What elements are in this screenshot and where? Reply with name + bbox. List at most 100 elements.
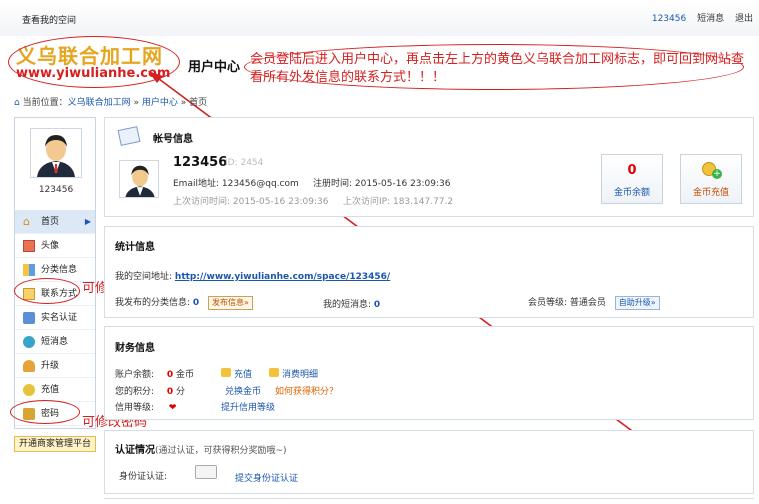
- home-icon: ⌂: [14, 98, 20, 108]
- points-label: 您的积分:: [115, 387, 157, 397]
- last-ip-label: 上次访问IP:: [343, 197, 393, 207]
- account-panel: 帐号信息 123456 ID: 2454 Email地址: 123456@qq.…: [104, 117, 754, 217]
- sidebar-item-home[interactable]: ⌂ 首页 ▶: [15, 210, 95, 234]
- space-address: 我的空间地址: http://www.yiwulianhe.com/space/…: [115, 269, 390, 282]
- account-last-visit: 上次访问时间: 2015-05-16 23:09:36: [173, 194, 329, 207]
- stats-title: 统计信息: [115, 242, 155, 253]
- certify-title-row: 认证情况(通过认证，可获得积分奖励哦~): [115, 441, 287, 456]
- account-last-ip: 上次访问IP: 183.147.77.2: [343, 194, 453, 207]
- avatar[interactable]: [30, 128, 82, 178]
- details-link-label[interactable]: 消费明细: [282, 370, 318, 380]
- verify-icon: [23, 312, 35, 324]
- recharge-icon: [23, 384, 35, 396]
- account-avatar[interactable]: [119, 160, 159, 198]
- sms-info: 我的短消息: 0: [323, 297, 380, 310]
- coin-icon: [269, 368, 279, 377]
- finance-title: 财务信息: [115, 343, 155, 354]
- contact-annotation-ellipse: [14, 278, 80, 304]
- email-value: 123456@qq.com: [221, 179, 299, 189]
- breadcrumb-sep: »: [177, 98, 190, 108]
- certify-title: 认证情况: [115, 445, 155, 456]
- credit-level: 信用等级: ❤: [115, 400, 176, 413]
- credit-upgrade-link[interactable]: 提升信用等级: [221, 400, 275, 413]
- stats-panel: 统计信息 我的空间地址: http://www.yiwulianhe.com/s…: [104, 226, 754, 318]
- level-value: 普通会员: [569, 298, 606, 308]
- id-certify-label: 身份证认证:: [119, 472, 168, 482]
- sidebar: 123456 ⌂ 首页 ▶ 头像 分类信息 联系方式 实名认证 短消息 升级 充值 …: [14, 117, 96, 429]
- account-card-icon: [117, 126, 141, 146]
- portrait-icon: [23, 240, 35, 252]
- message-icon: [23, 336, 35, 348]
- coin-balance-value: 0: [627, 163, 637, 178]
- user-avatar-icon: [125, 165, 155, 197]
- member-level: 会员等级: 普通会员 自助升级»: [528, 295, 660, 310]
- post-info-button[interactable]: 发布信息»: [208, 296, 253, 310]
- sidebar-item-recharge[interactable]: 充值: [15, 378, 95, 402]
- sidebar-item-label: 头像: [41, 241, 60, 251]
- recharge-link-label[interactable]: 充值: [234, 370, 252, 380]
- sidebar-item-label: 首页: [41, 217, 60, 227]
- account-email: Email地址: 123456@qq.com: [173, 176, 299, 189]
- posted-label: 我发布的分类信息:: [115, 298, 193, 308]
- chevron-right-icon: ▶: [84, 217, 91, 226]
- sidebar-menu: ⌂ 首页 ▶ 头像 分类信息 联系方式 实名认证 短消息 升级 充值 密码: [15, 210, 95, 426]
- balance-unit: 金币: [173, 370, 195, 380]
- last-ip-value: 183.147.77.2: [392, 197, 454, 207]
- reg-value: 2015-05-16 23:09:36: [354, 179, 451, 189]
- exchange-coins-link[interactable]: 兑换金币: [225, 384, 261, 397]
- account-id: ID: 2454: [225, 158, 264, 168]
- points-info: 您的积分: 0 分: [115, 384, 185, 397]
- sidebar-item-verify[interactable]: 实名认证: [15, 306, 95, 330]
- heart-icon: ❤: [168, 403, 177, 413]
- sidebar-item-label: 短消息: [41, 337, 69, 347]
- breadcrumb: ⌂ 当前位置：义乌联合加工网 » 用户中心 » 首页: [14, 95, 207, 108]
- posted-count: 0: [192, 298, 200, 308]
- how-get-points-link[interactable]: 如何获得积分？: [275, 384, 338, 397]
- sidebar-item-label: 分类信息: [41, 265, 78, 275]
- coin-stack-icon: +: [700, 160, 722, 180]
- sidebar-username: 123456: [38, 185, 74, 195]
- email-label: Email地址:: [173, 179, 222, 189]
- id-card-icon: [195, 465, 217, 479]
- breadcrumb-sep: »: [130, 98, 142, 108]
- space-label: 我的空间地址:: [115, 272, 175, 282]
- details-link[interactable]: 消费明细: [269, 367, 318, 380]
- recharge-link[interactable]: 充值: [221, 367, 252, 380]
- sms-label: 我的短消息:: [323, 300, 374, 310]
- certification-panel: 认证情况(通过认证，可获得积分奖励哦~) 身份证认证: 提交身份证认证: [104, 430, 754, 494]
- sidebar-item-label: 充值: [41, 385, 60, 395]
- account-balance: 账户余额: 0 金币: [115, 367, 194, 380]
- sidebar-item-label: 实名认证: [41, 313, 78, 323]
- merchant-platform-button[interactable]: 开通商家管理平台: [14, 436, 96, 452]
- certify-subtitle: (通过认证，可获得积分奖励哦~): [155, 446, 287, 456]
- upgrade-icon: [23, 360, 35, 372]
- coin-recharge-box[interactable]: + 金币充值: [680, 154, 742, 204]
- sidebar-item-upgrade[interactable]: 升级: [15, 354, 95, 378]
- coin-recharge-label: 金币充值: [692, 188, 729, 198]
- account-title: 帐号信息: [153, 134, 193, 145]
- password-annotation-ellipse: [10, 400, 80, 424]
- coin-balance-box[interactable]: 0 金币余额: [601, 154, 663, 204]
- posted-info: 我发布的分类信息: 0 发布信息»: [115, 295, 253, 310]
- breadcrumb-site[interactable]: 义乌联合加工网: [68, 98, 131, 108]
- sms-count: 0: [373, 300, 381, 310]
- submit-id-certify-link[interactable]: 提交身份证认证: [235, 471, 298, 484]
- category-icon: [23, 264, 35, 276]
- home-icon: ⌂: [23, 215, 30, 228]
- coin-icon: [221, 368, 231, 377]
- credit-label: 信用等级:: [115, 403, 157, 413]
- space-url-link[interactable]: http://www.yiwulianhe.com/space/123456/: [175, 272, 390, 282]
- sidebar-item-messages[interactable]: 短消息: [15, 330, 95, 354]
- account-reg-time: 注册时间: 2015-05-16 23:09:36: [313, 176, 451, 189]
- sidebar-item-portrait[interactable]: 头像: [15, 234, 95, 258]
- last-visit-value: 2015-05-16 23:09:36: [232, 197, 329, 207]
- breadcrumb-current: 首页: [189, 98, 208, 108]
- points-unit: 分: [173, 387, 186, 397]
- account-name: 123456: [173, 155, 228, 170]
- bottom-divider: [104, 498, 754, 499]
- breadcrumb-uc[interactable]: 用户中心: [142, 98, 178, 108]
- reg-label: 注册时间:: [313, 179, 355, 189]
- finance-panel: 财务信息 账户余额: 0 金币 充值 消费明细 您的积分: 0 分 兑换金币 如…: [104, 326, 754, 420]
- self-upgrade-button[interactable]: 自助升级»: [614, 296, 660, 310]
- level-label: 会员等级:: [528, 298, 570, 308]
